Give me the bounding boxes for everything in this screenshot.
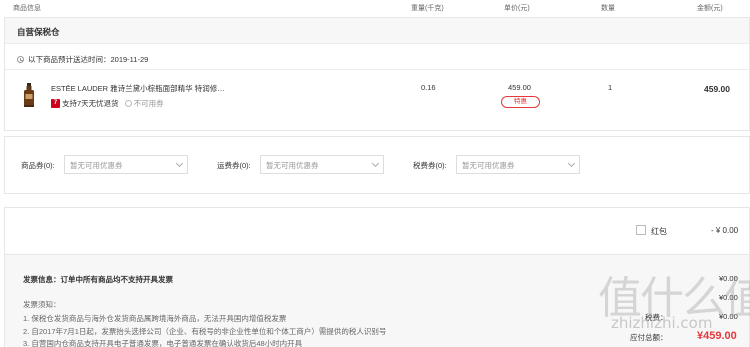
invoice-note: 3. 自营国内仓商品支持开具电子普通发票，电子普通发票在确认收货后48小时内开具 [23,339,303,347]
product-quantity: 1 [608,83,613,92]
red-packet-value: - ¥ 0.00 [711,226,739,235]
product-services: 7 支持7天无忧退货 不可用券 [51,98,164,109]
invoice-notes-title: 发票须知： [23,300,61,309]
chevron-down-icon [567,159,576,168]
tax-coupon-placeholder: 暂无可用优惠券 [462,161,515,170]
return-policy: 支持7天无忧退货 [62,99,119,108]
product-weight: 0.16 [421,83,436,92]
warehouse-title-bar [5,18,749,44]
table-header: 商品信息 重量(千克) 单价(元) 数量 金额(元) [0,0,750,14]
product-amount: 459.00 [704,84,730,94]
chevron-down-icon [175,159,184,168]
clock-icon [17,56,24,63]
delivery-notice: 以下商品预计送达时间：2019-11-29 [17,54,148,65]
info-circle-icon [124,100,132,107]
tax-coupon-select[interactable]: 暂无可用优惠券 [456,155,580,174]
delivery-notice-text: 以下商品预计送达时间：2019-11-29 [28,55,149,64]
invoice-info: 发票信息：订单中所有商品均不支持开具发票 [23,275,173,284]
divider [5,69,749,70]
chevron-down-icon [371,159,380,168]
total-label: 应付总额： [630,333,668,342]
tax-coupon-label: 税费券(0): [413,161,447,170]
shipping-coupon-label: 运费券(0): [217,161,251,170]
product-unit-price: 459.00 [508,83,531,92]
goods-coupon-placeholder: 暂无可用优惠券 [70,161,123,170]
shipping-coupon-select[interactable]: 暂无可用优惠券 [260,155,384,174]
header-product-info: 商品信息 [13,5,41,12]
goods-coupon-label: 商品券(0): [21,161,55,170]
invoice-note: 1. 保税仓发货商品与海外仓发货商品属跨境海外商品，无法开具国内增值税发票 [23,314,287,323]
red-packet-checkbox[interactable] [636,225,646,235]
coupon-unavailable: 不可用券 [124,98,164,109]
red-packet-label: 红包 [651,227,667,236]
goods-coupon-select[interactable]: 暂无可用优惠券 [64,155,188,174]
header-unit-price: 单价(元) [504,5,530,12]
header-amount: 金额(元) [697,5,723,12]
header-quantity: 数量 [601,5,615,12]
special-offer-tag: 特惠 [501,96,540,108]
warehouse-title: 自营保税仓 [17,27,60,37]
product-name-link[interactable]: ESTĒE LAUDER 雅诗兰黛小棕瓶面部精华 特润修… [51,83,225,94]
return-badge-icon: 7 [51,99,60,108]
coupon-unavailable-text: 不可用券 [133,99,164,108]
watermark-url: zhizhizhi.com [611,314,713,332]
product-thumbnail[interactable] [18,82,40,110]
header-weight: 重量(千克) [411,5,444,12]
shipping-coupon-placeholder: 暂无可用优惠券 [266,161,319,170]
invoice-note: 2. 自2017年7月1日起，发票抬头选择公司（企业、有税号的非企业性单位和个体… [23,327,387,336]
